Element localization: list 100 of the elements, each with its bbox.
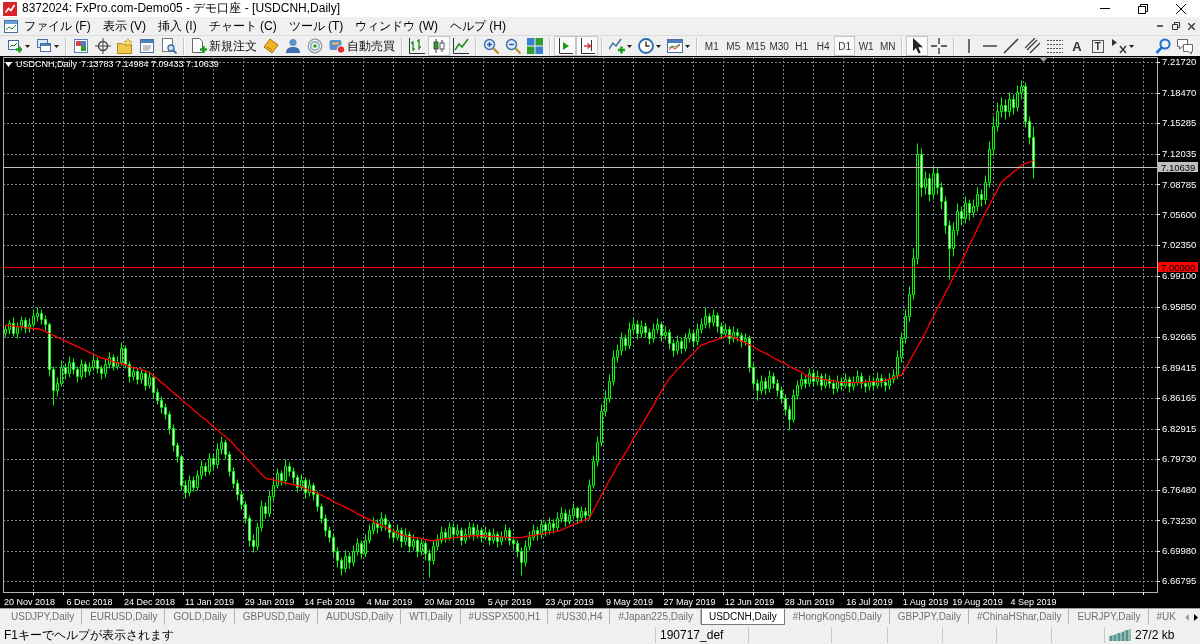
period-button[interactable]: M5 (722, 36, 744, 56)
candlestick (876, 372, 879, 389)
chart-tab[interactable]: GOLD,Daily (165, 609, 235, 625)
collapse-triangle-icon[interactable] (5, 62, 12, 67)
text-label-button[interactable]: T (1087, 36, 1109, 56)
chart-tab[interactable]: EURJPY,Daily (1069, 609, 1149, 625)
period-button[interactable]: M1 (701, 36, 723, 56)
caret-icon (627, 44, 632, 48)
candlestick (448, 522, 451, 541)
bar-chart-button[interactable] (406, 36, 428, 56)
chart-shift-button[interactable] (576, 36, 598, 56)
menu-item[interactable]: 挿入 (I) (152, 17, 203, 35)
date-axis-label: 9 May 2019 (606, 597, 653, 607)
candlestick (68, 356, 71, 378)
data-window-button[interactable] (92, 36, 114, 56)
candlestick (548, 517, 551, 535)
chart-tab[interactable]: #US30,H4 (548, 609, 611, 625)
candlestick (84, 361, 87, 378)
menu-item[interactable]: ツール (T) (282, 17, 350, 35)
candlestick (964, 196, 967, 224)
cursor-button[interactable] (906, 36, 929, 56)
period-button[interactable]: MN (876, 36, 899, 56)
chart-tab[interactable]: GBPUSD,Daily (234, 609, 318, 625)
chart-tab[interactable]: #ChinaHShar,Daily (968, 609, 1070, 625)
candlestick (500, 531, 503, 546)
candlestick (304, 477, 307, 499)
candlestick (460, 527, 463, 546)
candlestick (492, 528, 495, 544)
candlestick (144, 370, 147, 391)
chart-tab[interactable]: #UK (1148, 609, 1182, 625)
candlestick (732, 326, 735, 343)
chart-tab[interactable]: AUDUSD,Daily (318, 609, 402, 625)
chart-tab[interactable]: WTI,Daily (401, 609, 461, 625)
chart-tab[interactable]: GBPJPY,Daily (889, 609, 969, 625)
caret-icon (25, 44, 30, 48)
candlestick (508, 527, 511, 546)
close-icon (1188, 22, 1195, 30)
date-axis-label: 4 Sep 2019 (1010, 597, 1057, 607)
templates-button[interactable] (664, 36, 693, 56)
price-axis-label: 6.86165 (1162, 392, 1197, 404)
chart-tab[interactable]: USDJPY,Daily (3, 609, 83, 625)
period-button[interactable]: H4 (812, 36, 834, 56)
chart-tab[interactable]: EURUSD,Daily (82, 609, 166, 625)
colored-squares-icon (73, 38, 89, 54)
chart-window-icon (667, 38, 683, 54)
indicators-button[interactable] (606, 36, 635, 56)
period-button[interactable]: W1 (855, 36, 877, 56)
chart-tab[interactable]: #USSPX500,H1 (460, 609, 549, 625)
shift-marker-icon[interactable] (1039, 57, 1048, 62)
price-axis-label: 7.05600 (1162, 208, 1197, 220)
chart-plus-icon (7, 38, 23, 54)
candlestick (344, 550, 347, 573)
traffic-reading: 27/2 kb (1135, 628, 1175, 642)
price-axis-label: 6.66795 (1162, 575, 1197, 587)
period-button[interactable]: M30 (767, 36, 791, 56)
line-chart-button[interactable] (450, 36, 472, 56)
menu-item[interactable]: チャート (C) (202, 17, 283, 35)
period-button[interactable]: H1 (790, 36, 813, 56)
chat-button[interactable] (1174, 36, 1196, 56)
menu-item[interactable]: ヘルプ (H) (444, 17, 512, 35)
price-axis-label: 7.21720 (1162, 56, 1197, 68)
price-axis-label: 6.92665 (1162, 330, 1197, 342)
candlestick-button[interactable] (428, 36, 450, 56)
date-axis-label: 14 Feb 2019 (304, 597, 355, 607)
candlestick (860, 372, 863, 389)
candlestick (576, 506, 579, 524)
period-button[interactable]: M15 (744, 36, 768, 56)
candlestick (556, 512, 559, 532)
auto-scroll-button[interactable] (554, 36, 576, 56)
chart-tab[interactable]: #Japan225,Daily (610, 609, 701, 625)
chart-window-icon[interactable] (4, 19, 18, 33)
tile-windows-button[interactable] (524, 36, 546, 56)
candlestick (400, 527, 403, 548)
axis-arrow-icon (579, 38, 595, 54)
parallel-lines-icon (1025, 38, 1042, 54)
chart-tab[interactable]: USDCNH,Daily (700, 609, 785, 625)
diagonal-line-icon (1003, 38, 1020, 54)
menu-item[interactable]: 表示 (V) (96, 17, 152, 35)
menu-item[interactable]: ウィンドウ (W) (349, 17, 444, 35)
menu-item[interactable]: ファイル (F) (18, 17, 97, 35)
new-order-button[interactable]: 新規注文 (188, 36, 260, 56)
candlestick (832, 379, 835, 395)
date-axis-label: 12 Jun 2019 (724, 597, 775, 607)
date-axis-label: 4 Mar 2019 (366, 597, 413, 607)
candlestick (564, 509, 567, 527)
candlestick (496, 531, 499, 548)
candlestick (660, 321, 663, 342)
candlestick (852, 376, 855, 391)
caret-icon (54, 44, 59, 48)
chart-tab[interactable]: #HongKong50,Daily (784, 609, 890, 625)
price-axis-label: 6.89415 (1162, 361, 1197, 373)
period-button[interactable]: D1 (833, 36, 856, 56)
text-tool-button[interactable]: A (1066, 36, 1088, 56)
auto-trading-button[interactable]: 自動売買 (326, 36, 398, 56)
candlestick (16, 322, 19, 339)
periods-button[interactable] (635, 36, 664, 56)
candlestick (844, 373, 847, 389)
caret-icon (1129, 44, 1135, 48)
candlestick (696, 323, 699, 346)
candlestick (580, 506, 583, 522)
